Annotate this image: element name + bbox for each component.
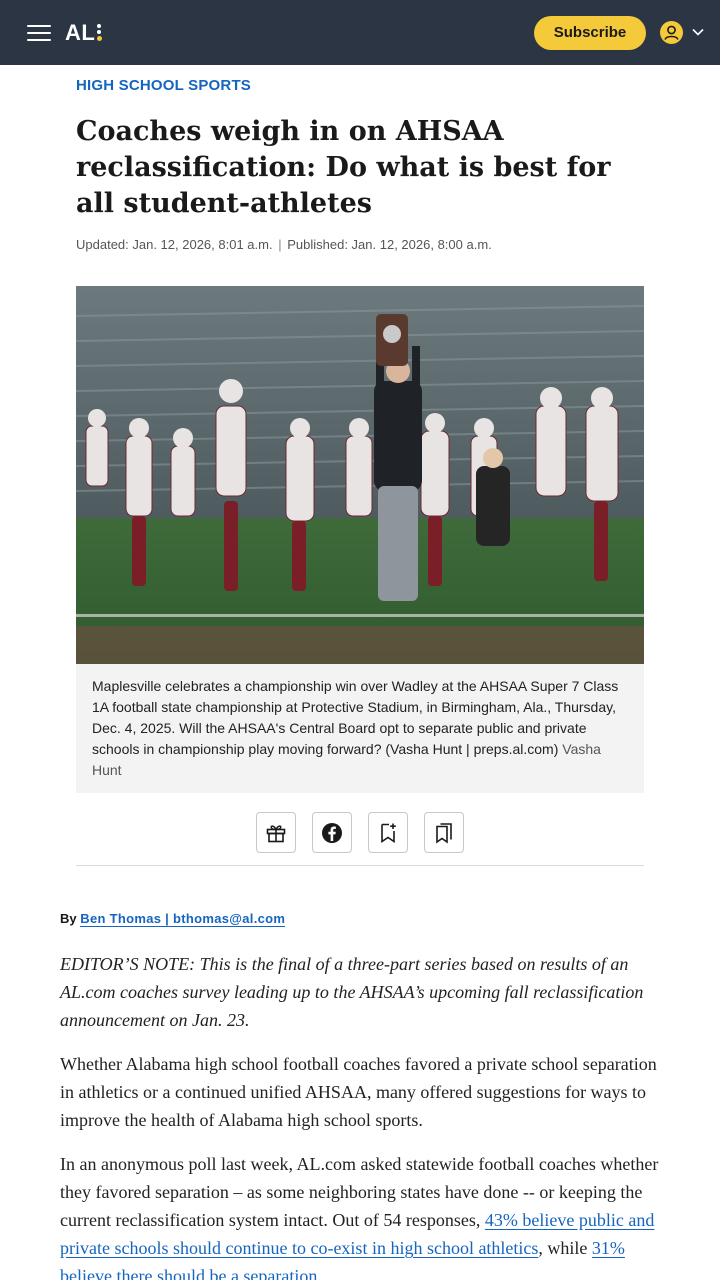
article-paragraph: In an anonymous poll last week, AL.com a… — [60, 1150, 660, 1280]
date-separator: | — [278, 237, 282, 252]
caption-text: Maplesville celebrates a championship wi… — [92, 678, 619, 757]
logo-text: AL — [65, 20, 96, 45]
divider — [76, 865, 644, 866]
account-menu[interactable] — [660, 21, 708, 45]
hamburger-icon[interactable] — [27, 25, 51, 41]
section-label[interactable]: HIGH SCHOOL SPORTS — [76, 77, 251, 94]
published-date: Published: Jan. 12, 2026, 8:00 a.m. — [287, 237, 492, 252]
paragraph-text: , while — [538, 1238, 592, 1258]
share-toolbar — [256, 812, 464, 853]
byline-prefix: By — [60, 911, 77, 926]
bookmark-add-icon — [381, 823, 396, 843]
paragraph-text: . — [317, 1266, 322, 1280]
top-navigation-bar: AL Subscribe — [0, 0, 720, 65]
article-headline: Coaches weigh in on AHSAA reclassificati… — [76, 116, 611, 219]
article-photo[interactable] — [76, 286, 644, 664]
save-bookmark-button[interactable] — [368, 812, 408, 853]
facebook-share-button[interactable] — [312, 812, 352, 853]
byline: By Ben Thomas | bthomas@al.com — [60, 911, 286, 927]
chevron-down-icon — [692, 28, 704, 36]
author-link[interactable]: Ben Thomas | bthomas@al.com — [80, 911, 286, 927]
article-paragraph: Whether Alabama high school football coa… — [60, 1054, 657, 1130]
saved-articles-button[interactable] — [424, 812, 464, 853]
editors-note: EDITOR’S NOTE: This is the final of a th… — [60, 954, 644, 1030]
site-logo[interactable]: AL — [65, 20, 103, 46]
user-icon — [660, 21, 683, 44]
updated-date: Updated: Jan. 12, 2026, 8:01 a.m. — [76, 237, 273, 252]
gift-button[interactable] — [256, 812, 296, 853]
photo-caption: Maplesville celebrates a championship wi… — [76, 664, 644, 793]
logo-dots — [97, 24, 103, 43]
subscribe-button[interactable]: Subscribe — [534, 16, 646, 50]
bookmarks-icon — [436, 822, 452, 844]
gift-icon — [266, 824, 286, 842]
article-dateline: Updated: Jan. 12, 2026, 8:01 a.m. | Publ… — [76, 237, 492, 252]
facebook-icon — [322, 822, 342, 843]
